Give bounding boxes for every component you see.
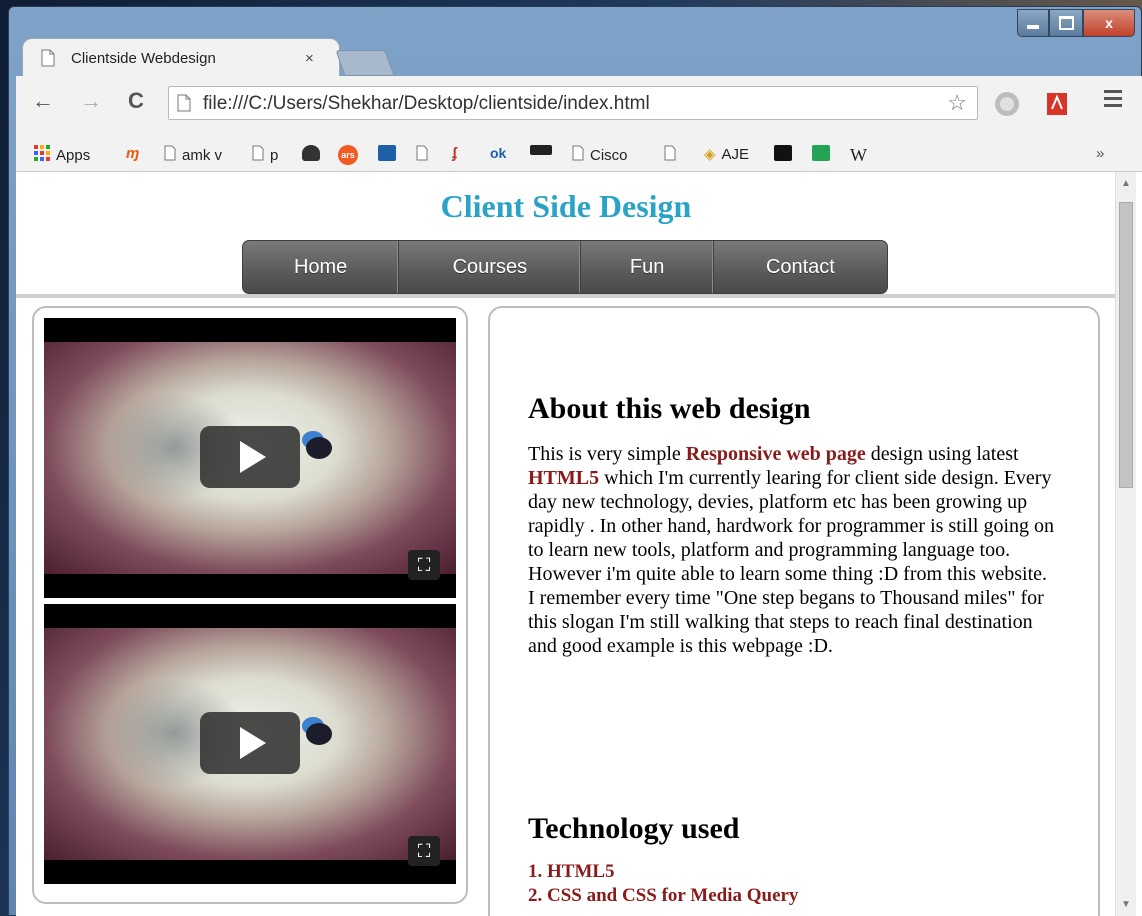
nav-fun[interactable]: Fun xyxy=(581,241,714,293)
thumbnail-blob xyxy=(306,437,332,459)
ok-icon: ok xyxy=(490,145,507,161)
scrollbar-thumb[interactable] xyxy=(1119,202,1133,488)
bookmark-cisco[interactable]: Cisco xyxy=(572,145,628,165)
bookmark-label: AJE xyxy=(721,145,750,163)
maximize-icon xyxy=(1058,16,1074,30)
bookmark-star-icon[interactable]: ☆ xyxy=(947,90,967,116)
about-paragraph: This is very simple Responsive web page … xyxy=(528,442,1058,658)
minimize-button[interactable] xyxy=(1017,9,1049,37)
para-text: This is very simple xyxy=(528,443,686,465)
scroll-down-icon[interactable]: ▼ xyxy=(1121,899,1131,910)
bookmarks-overflow-icon[interactable]: » xyxy=(1096,145,1104,162)
bookmarks-bar: Apps ɱ amk v p ars ʄ ok Cisco ◈ AJE W » xyxy=(16,136,1142,172)
para-highlight: Responsive web page xyxy=(685,443,866,465)
play-button[interactable] xyxy=(200,712,300,774)
dark-site-icon xyxy=(774,145,792,161)
file-icon xyxy=(177,94,191,117)
maximize-button[interactable] xyxy=(1049,9,1083,37)
matlab-icon: ɱ xyxy=(126,145,140,162)
video-player[interactable]: ⛶ xyxy=(44,318,456,598)
ars-icon: ars xyxy=(338,145,358,165)
bookmark-flame[interactable]: ʄ xyxy=(452,145,457,162)
page-icon xyxy=(572,145,584,165)
para-highlight: HTML5 xyxy=(528,467,600,489)
bbc-icon xyxy=(530,145,552,155)
flame-icon: ʄ xyxy=(452,145,457,162)
page-icon xyxy=(664,145,676,165)
reload-button[interactable]: C xyxy=(128,88,144,114)
bookmark-label: Cisco xyxy=(590,146,628,164)
para-text: design using latest xyxy=(865,443,1019,465)
vertical-scrollbar[interactable]: ▲ ▼ xyxy=(1115,172,1136,916)
bookmark-green[interactable] xyxy=(812,145,830,161)
window-controls: x xyxy=(1017,9,1135,37)
play-icon xyxy=(240,441,266,473)
main-nav: Home Courses Fun Contact xyxy=(242,240,888,294)
wikipedia-icon: W xyxy=(850,145,867,165)
bookmark-ghost[interactable] xyxy=(302,145,320,161)
bookmark-ars[interactable]: ars xyxy=(338,145,358,165)
video-panel: ⛶ ⛶ xyxy=(32,306,468,904)
site-title: Client Side Design xyxy=(440,188,692,224)
list-item: 1. HTML5 xyxy=(528,861,615,882)
bookmark-label: amk v xyxy=(182,146,223,164)
green-site-icon xyxy=(812,145,830,161)
bookmark-label: Apps xyxy=(56,146,91,164)
bookmark-blank[interactable] xyxy=(416,145,428,165)
nav-contact[interactable]: Contact xyxy=(714,241,887,293)
back-button[interactable]: ← xyxy=(32,88,54,114)
tab-clientside-webdesign[interactable]: Clientside Webdesign × xyxy=(22,38,340,78)
bookmark-wikipedia[interactable]: W xyxy=(850,145,867,166)
fullscreen-icon[interactable]: ⛶ xyxy=(408,836,440,866)
list-item: 2. CSS and CSS for Media Query xyxy=(528,885,799,906)
fullscreen-icon[interactable]: ⛶ xyxy=(408,550,440,580)
bookmark-blank-2[interactable] xyxy=(664,145,676,165)
bookmark-okk[interactable]: ok xyxy=(490,145,506,161)
about-heading: About this web design xyxy=(528,392,811,425)
video-player[interactable]: ⛶ xyxy=(44,604,456,884)
new-tab-button[interactable] xyxy=(335,50,395,76)
browser-toolbar: ← → C file:///C:/Users/Shekhar/Desktop/c… xyxy=(16,76,1142,140)
bookmark-wave[interactable] xyxy=(378,145,396,161)
tab-title: Clientside Webdesign xyxy=(71,50,216,67)
tech-heading: Technology used xyxy=(528,812,740,845)
bookmark-matlab[interactable]: ɱ xyxy=(126,145,139,162)
scroll-up-icon[interactable]: ▲ xyxy=(1121,178,1131,189)
page-icon xyxy=(164,145,176,165)
minimize-icon xyxy=(1027,25,1039,29)
bookmark-dark[interactable] xyxy=(774,145,792,161)
forward-button[interactable]: → xyxy=(80,88,102,114)
bookmark-label: p xyxy=(270,146,279,164)
url-text: file:///C:/Users/Shekhar/Desktop/clients… xyxy=(203,93,650,114)
extension-hand-icon[interactable] xyxy=(994,91,1020,122)
para-text: which I'm currently learing for client s… xyxy=(528,467,1054,657)
page-viewport: Client Side Design Home Courses Fun Cont… xyxy=(16,172,1142,916)
content-panel: About this web design This is very simpl… xyxy=(488,306,1100,916)
bookmark-apps[interactable]: Apps xyxy=(34,145,90,165)
chrome-menu-icon[interactable] xyxy=(1104,90,1122,111)
nav-home[interactable]: Home xyxy=(243,241,400,293)
bookmark-bbc[interactable] xyxy=(530,145,552,155)
file-icon xyxy=(41,49,55,72)
bookmark-aje[interactable]: ◈ AJE xyxy=(704,145,750,164)
ghost-icon xyxy=(302,145,320,161)
wave-icon xyxy=(378,145,396,161)
page-icon xyxy=(252,145,264,165)
tech-list: 1. HTML5 2. CSS and CSS for Media Query xyxy=(528,860,798,908)
bookmark-p[interactable]: p xyxy=(252,145,278,165)
tab-close-icon[interactable]: × xyxy=(305,50,314,67)
page-icon xyxy=(416,145,428,165)
nav-courses[interactable]: Courses xyxy=(399,241,582,293)
header-divider xyxy=(16,294,1116,298)
apps-grid-icon xyxy=(34,145,50,165)
thumbnail-blob xyxy=(306,723,332,745)
aljazeera-icon: ◈ xyxy=(704,146,716,163)
close-window-button[interactable]: x xyxy=(1083,9,1135,37)
play-icon xyxy=(240,727,266,759)
play-button[interactable] xyxy=(200,426,300,488)
address-bar[interactable]: file:///C:/Users/Shekhar/Desktop/clients… xyxy=(168,86,978,120)
acrobat-extension-icon[interactable] xyxy=(1044,91,1070,122)
bookmark-amk-v[interactable]: amk v xyxy=(164,145,222,165)
